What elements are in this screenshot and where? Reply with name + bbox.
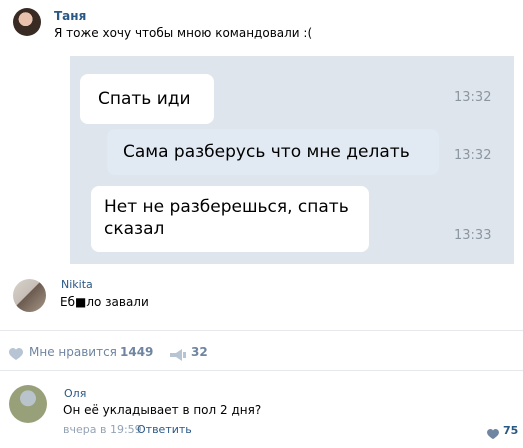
message-bubble-3: Нет не разберешься, спать сказал (91, 186, 369, 252)
message-text: Сама разберусь что мне делать (123, 142, 410, 162)
post-text: Я тоже хочу чтобы мною командовали :( (54, 26, 313, 40)
message-time: 13:32 (454, 148, 492, 163)
message-time: 13:32 (454, 90, 492, 105)
comment-author[interactable]: Оля (64, 387, 86, 400)
message-text-line2: сказал (104, 219, 165, 239)
comment-like-count: 75 (503, 424, 519, 437)
chat-screenshot: Спать иди 13:32 Сама разберусь что мне д… (70, 56, 514, 264)
like-count: 1449 (120, 345, 154, 359)
post-author[interactable]: Таня (54, 9, 86, 23)
reply-author[interactable]: Nikita (61, 278, 93, 291)
avatar-olya[interactable] (9, 385, 47, 423)
share-count: 32 (191, 345, 208, 359)
like-label[interactable]: Мне нравится (29, 345, 117, 359)
comment-text: Он её укладывает в пол 2 дня? (63, 403, 262, 417)
message-bubble-2: Сама разберусь что мне делать (107, 129, 439, 175)
heart-icon[interactable] (9, 346, 23, 365)
divider (0, 370, 523, 371)
message-bubble-1: Спать иди (80, 74, 214, 124)
message-text: Нет не разберешься, спать (104, 197, 349, 217)
avatar-tanya[interactable] (13, 8, 41, 36)
divider (0, 330, 523, 331)
reply-link[interactable]: Ответить (137, 423, 192, 436)
message-text: Спать иди (98, 89, 191, 109)
comment-time[interactable]: вчера в 19:59 (63, 423, 142, 436)
avatar-nikita[interactable] (13, 279, 46, 312)
share-icon[interactable] (170, 346, 186, 365)
message-time: 13:33 (454, 228, 492, 243)
heart-icon[interactable] (487, 425, 499, 444)
reply-text: Еб■ло завали (60, 295, 149, 309)
